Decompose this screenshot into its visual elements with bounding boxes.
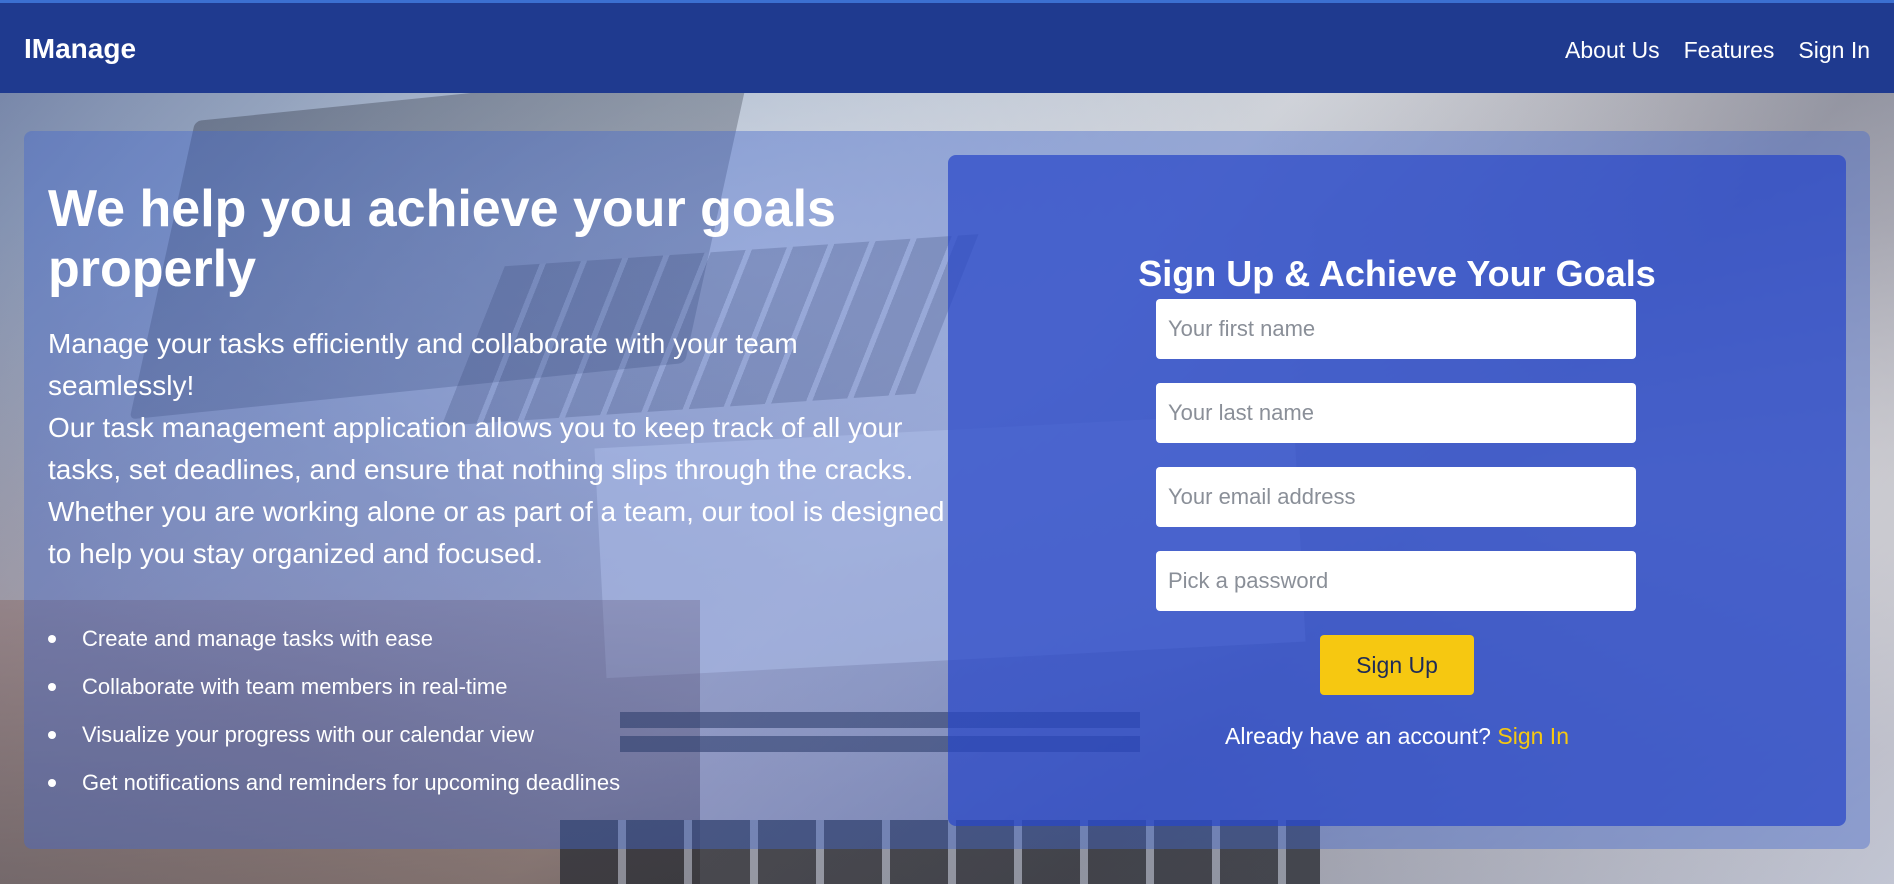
signin-link[interactable]: Sign In bbox=[1497, 723, 1569, 749]
last-name-input[interactable] bbox=[1156, 383, 1636, 443]
feature-text: Visualize your progress with our calenda… bbox=[82, 722, 535, 747]
bullet-icon bbox=[48, 683, 56, 691]
feature-list: Create and manage tasks with ease Collab… bbox=[48, 615, 948, 807]
signup-title: Sign Up & Achieve Your Goals bbox=[1138, 253, 1656, 294]
feature-text: Create and manage tasks with ease bbox=[82, 626, 433, 651]
navbar: IManage About Us Features Sign In bbox=[0, 0, 1894, 93]
nav-link-about-us[interactable]: About Us bbox=[1565, 37, 1660, 64]
bullet-icon bbox=[48, 635, 56, 643]
signin-prompt: Already have an account? Sign In bbox=[948, 723, 1846, 750]
bullet-icon bbox=[48, 779, 56, 787]
feature-item: Get notifications and reminders for upco… bbox=[48, 759, 948, 807]
hero-description-line2: Our task management application allows y… bbox=[48, 412, 945, 569]
feature-item: Visualize your progress with our calenda… bbox=[48, 711, 948, 759]
hero-text-column: We help you achieve your goals properly … bbox=[48, 179, 948, 807]
feature-item: Collaborate with team members in real-ti… bbox=[48, 663, 948, 711]
signup-button[interactable]: Sign Up bbox=[1320, 635, 1474, 695]
feature-item: Create and manage tasks with ease bbox=[48, 615, 948, 663]
nav-links: About Us Features Sign In bbox=[1565, 37, 1870, 64]
signin-prompt-text: Already have an account? bbox=[1225, 723, 1491, 749]
feature-text: Get notifications and reminders for upco… bbox=[82, 770, 621, 795]
password-input[interactable] bbox=[1156, 551, 1636, 611]
hero-title: We help you achieve your goals properly bbox=[48, 180, 836, 298]
signup-card: Sign Up & Achieve Your Goals Sign Up Alr… bbox=[948, 155, 1846, 826]
first-name-input[interactable] bbox=[1156, 299, 1636, 359]
hero-section: We help you achieve your goals properly … bbox=[24, 131, 1870, 849]
nav-link-features[interactable]: Features bbox=[1684, 37, 1775, 64]
bullet-icon bbox=[48, 731, 56, 739]
nav-link-sign-in[interactable]: Sign In bbox=[1798, 37, 1870, 64]
hero-description-line1: Manage your tasks efficiently and collab… bbox=[48, 328, 798, 401]
brand-logo[interactable]: IManage bbox=[24, 33, 136, 65]
email-input[interactable] bbox=[1156, 467, 1636, 527]
feature-text: Collaborate with team members in real-ti… bbox=[82, 674, 508, 699]
hero-description: Manage your tasks efficiently and collab… bbox=[48, 323, 948, 575]
